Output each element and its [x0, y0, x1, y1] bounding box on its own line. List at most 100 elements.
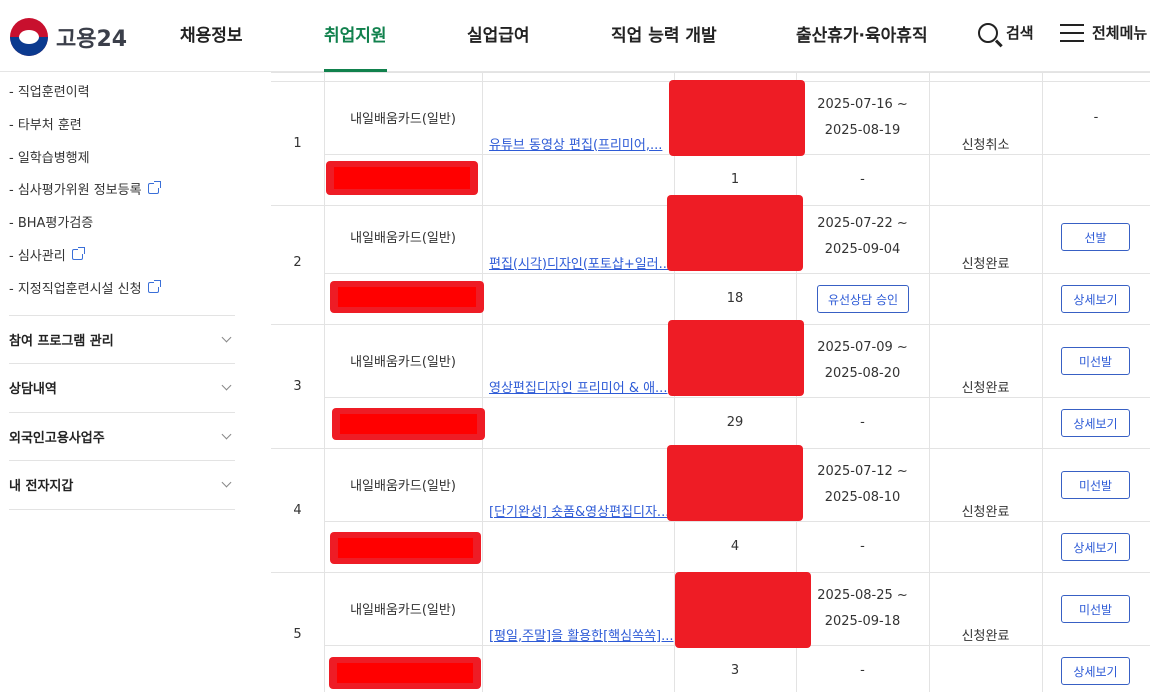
period-end: 2025-09-18	[824, 613, 901, 629]
application-table: 1 내일배움카드(일반) 유튜브 동영상 편집(프리미어,... 2025-07-16…	[271, 72, 1150, 692]
application-count: 29	[726, 415, 744, 430]
status-text: 신청완료	[961, 504, 1010, 520]
selection-status: -	[1093, 110, 1099, 125]
redaction-block	[667, 445, 803, 521]
consult-status: -	[860, 415, 865, 430]
sidebar-group-label: 내 전자지갑	[9, 479, 74, 494]
card-type: 내일배움카드(일반)	[350, 231, 456, 246]
training-period: 2025-08-25 ~ 2025-09-18	[796, 572, 929, 645]
detail-view-button[interactable]: 상세보기	[1061, 409, 1130, 437]
card-type: 내일배움카드(일반)	[350, 112, 456, 127]
period-end: 2025-08-20	[824, 365, 901, 381]
sidebar-item-evaluator-registration[interactable]: - 심사평가위원 정보등록	[9, 179, 161, 198]
site-header: 고용24 채용정보 취업지원 실업급여 직업 능력 개발 출산휴가·육아휴직 검…	[0, 0, 1150, 72]
selection-result-button[interactable]: 미선발	[1061, 471, 1130, 499]
taegeuk-logo-icon	[10, 18, 48, 56]
redaction-block	[329, 657, 481, 689]
all-menu-button[interactable]: 전체메뉴	[1060, 22, 1147, 43]
sidebar-group-counseling-history[interactable]: 상담내역	[9, 363, 235, 411]
period-start: 2025-07-22 ~	[817, 215, 908, 231]
row-number: 4	[293, 502, 302, 518]
external-link-icon	[147, 181, 161, 194]
sidebar-group-label: 외국인고용사업주	[9, 431, 105, 446]
redaction-block	[330, 532, 481, 564]
nav-unemployment-benefit[interactable]: 실업급여	[467, 0, 530, 72]
row-number: 1	[293, 135, 302, 151]
card-type: 내일배움카드(일반)	[350, 479, 456, 494]
chevron-down-icon	[221, 380, 232, 391]
sidebar-item-label: - 심사관리	[9, 249, 66, 264]
detail-view-button[interactable]: 상세보기	[1061, 533, 1130, 561]
selection-result-button[interactable]: 미선발	[1061, 595, 1130, 623]
sidebar-item-work-study[interactable]: - 일학습병행제	[9, 147, 90, 166]
redaction-block	[326, 161, 478, 195]
redaction-block	[668, 320, 804, 396]
sidebar-group-foreign-employer[interactable]: 외국인고용사업주	[9, 412, 235, 460]
sidebar-group-program-management[interactable]: 참여 프로그램 관리	[9, 315, 235, 363]
course-name-link[interactable]: [평일,주말]을 활용한[핵심쏙쏙]...	[482, 572, 674, 692]
sidebar-item-label: - 일학습병행제	[9, 151, 90, 166]
nav-vocational-training[interactable]: 직업 능력 개발	[611, 0, 717, 72]
sidebar-item-label: - 심사평가위원 정보등록	[9, 183, 142, 198]
sidebar: - 직업훈련이력 - 타부처 훈련 - 일학습병행제 - 심사평가위원 정보등록…	[0, 72, 245, 692]
status-text: 신청취소	[961, 137, 1010, 153]
table-row-divider	[271, 72, 1150, 73]
row-number: 3	[293, 378, 302, 394]
logo-text: 고용24	[56, 27, 128, 52]
selection-result-button[interactable]: 선발	[1061, 223, 1130, 251]
sidebar-item-designated-facility[interactable]: - 지정직업훈련시설 신청	[9, 278, 161, 297]
redaction-block	[332, 408, 485, 440]
card-type: 내일배움카드(일반)	[350, 603, 456, 618]
course-name-link[interactable]: 영상편집디자인 프리미어 & 애...	[482, 324, 674, 448]
row-number: 5	[293, 626, 302, 642]
nav-maternity-leave[interactable]: 출산휴가·육아휴직	[796, 0, 928, 72]
detail-view-button[interactable]: 상세보기	[1061, 285, 1130, 313]
redaction-block	[669, 80, 805, 156]
course-name-link[interactable]: 편집(시각)디자인(포토샵+일러...	[482, 200, 674, 324]
training-period: 2025-07-12 ~ 2025-08-10	[796, 448, 929, 521]
application-count: 18	[726, 291, 744, 306]
search-button[interactable]: 검색	[978, 22, 1034, 43]
hamburger-menu-icon	[1060, 23, 1084, 42]
course-name-link[interactable]: 유튜브 동영상 편집(프리미어,...	[482, 81, 674, 205]
sidebar-item-review-management[interactable]: - 심사관리	[9, 245, 85, 264]
redaction-block	[667, 195, 803, 271]
nav-employment-support[interactable]: 취업지원	[324, 0, 387, 72]
consult-status: -	[860, 539, 865, 554]
sidebar-item-label: - 타부처 훈련	[9, 118, 82, 133]
sidebar-divider	[9, 509, 235, 510]
selection-result-button[interactable]: 미선발	[1061, 347, 1130, 375]
sidebar-group-e-wallet[interactable]: 내 전자지갑	[9, 460, 235, 508]
status-text: 신청완료	[961, 256, 1010, 272]
period-start: 2025-07-09 ~	[817, 339, 908, 355]
sidebar-item-training-history[interactable]: - 직업훈련이력	[9, 81, 90, 100]
external-link-icon	[147, 280, 161, 293]
application-count: 3	[730, 663, 740, 678]
row-number: 2	[293, 254, 302, 270]
status-text: 신청완료	[961, 628, 1010, 644]
sidebar-group-label: 상담내역	[9, 382, 57, 397]
chevron-down-icon	[221, 429, 232, 440]
redaction-block	[675, 572, 811, 648]
period-start: 2025-07-12 ~	[817, 463, 908, 479]
application-count: 4	[730, 539, 740, 554]
table-column-divider	[1042, 72, 1043, 692]
consult-approval-button[interactable]: 유선상담 승인	[817, 285, 909, 313]
card-type: 내일배움카드(일반)	[350, 355, 456, 370]
nav-job-info[interactable]: 채용정보	[180, 0, 243, 72]
training-period: 2025-07-16 ~ 2025-08-19	[796, 81, 929, 154]
course-name-link[interactable]: [단기완성] 숏폼&영상편집디자...	[482, 448, 674, 572]
logo[interactable]: 고용24	[10, 18, 127, 56]
status-text: 신청완료	[961, 380, 1010, 396]
sidebar-item-label: - 직업훈련이력	[9, 85, 90, 100]
external-link-icon	[71, 247, 85, 260]
redaction-block	[330, 281, 484, 313]
training-period: 2025-07-22 ~ 2025-09-04	[796, 200, 929, 273]
sidebar-item-other-ministry-training[interactable]: - 타부처 훈련	[9, 114, 82, 133]
search-icon	[978, 22, 998, 43]
period-end: 2025-09-04	[824, 241, 901, 257]
sidebar-item-label: - BHA평가검증	[9, 216, 94, 231]
chevron-down-icon	[221, 477, 232, 488]
sidebar-item-bha-verification[interactable]: - BHA평가검증	[9, 212, 93, 231]
detail-view-button[interactable]: 상세보기	[1061, 657, 1130, 685]
